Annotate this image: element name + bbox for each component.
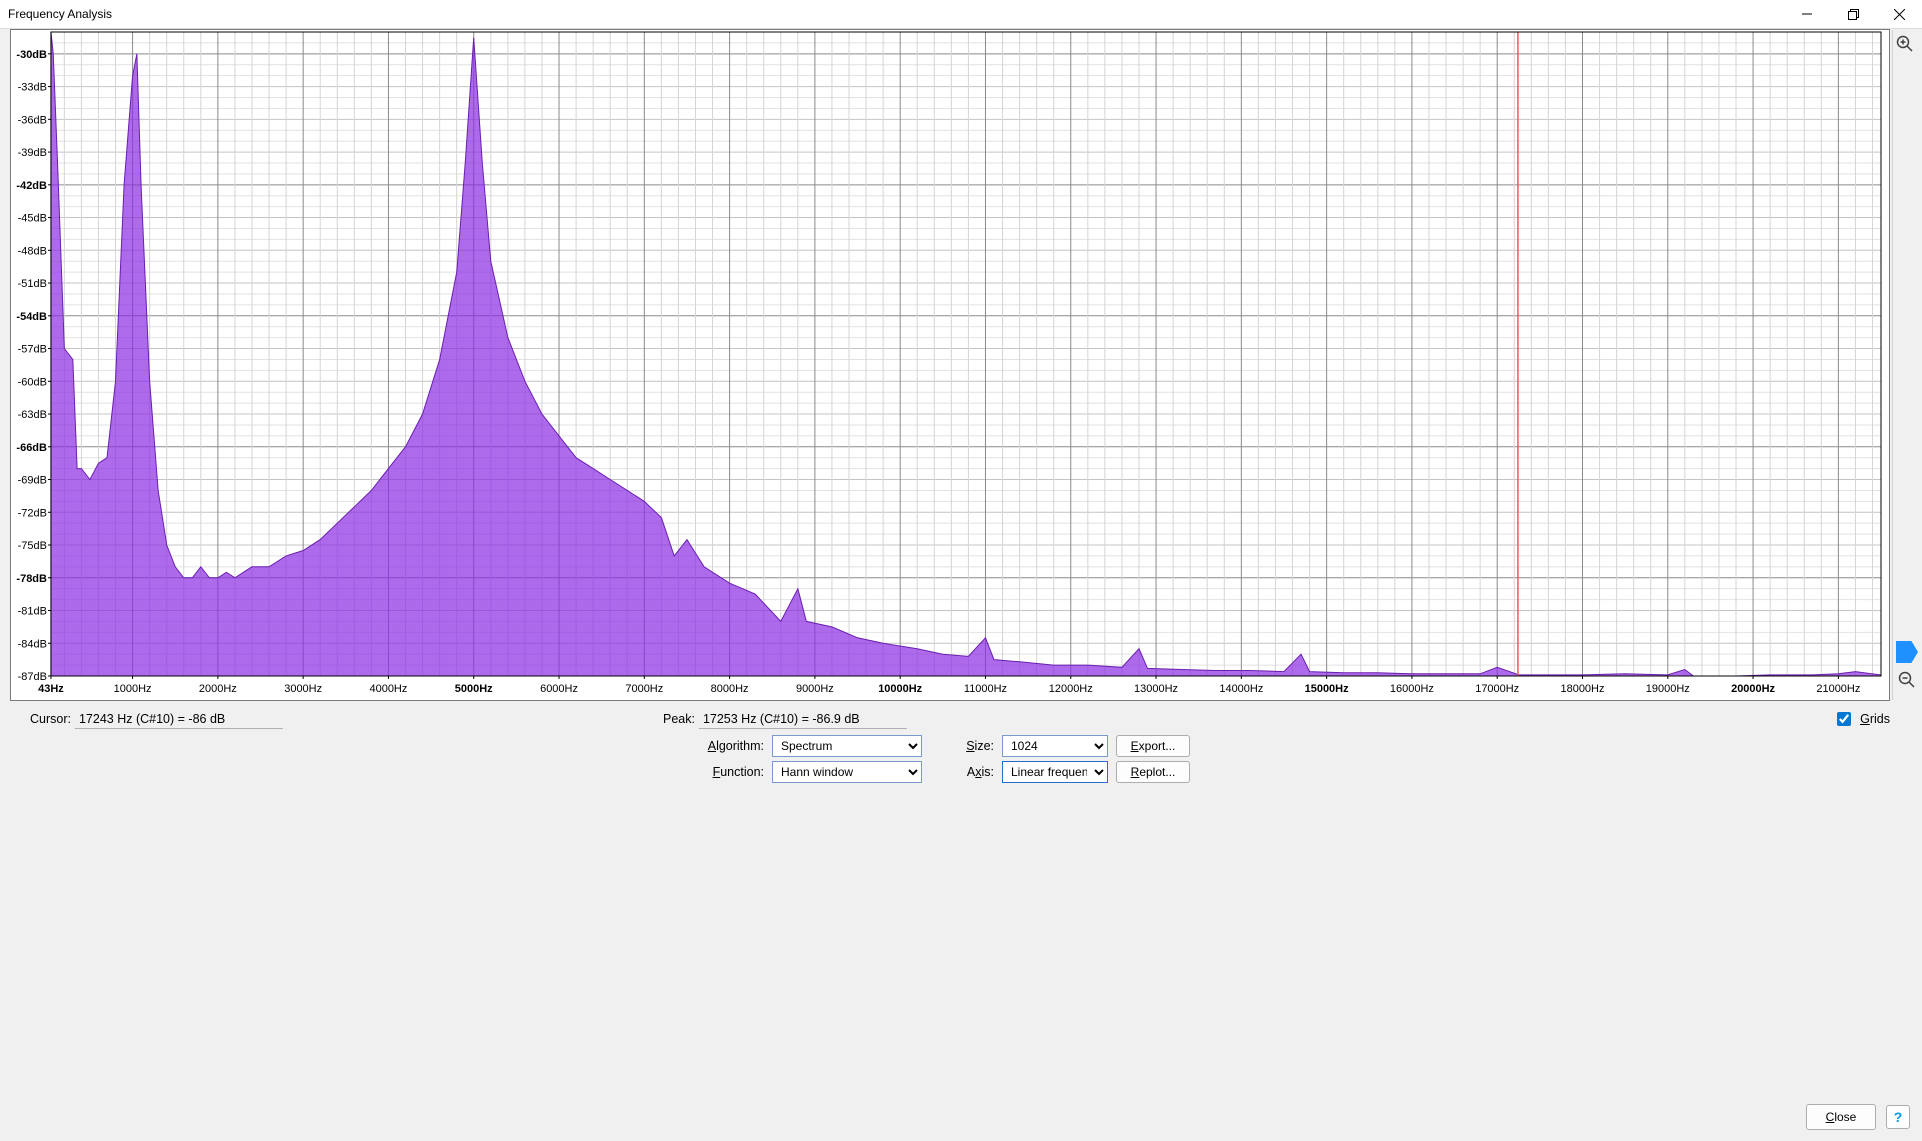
svg-text:16000Hz: 16000Hz xyxy=(1390,683,1434,695)
window-title: Frequency Analysis xyxy=(0,7,112,21)
client-area: -30dB -33dB -36dB -39dB -42dB -45dB -48dB -51dB… xyxy=(0,29,1922,1141)
svg-text:11000Hz: 11000Hz xyxy=(964,683,1007,695)
size-select[interactable]: 1024 xyxy=(1002,735,1108,757)
svg-text:-63dB: -63dB xyxy=(18,409,47,421)
close-button[interactable]: Close xyxy=(1806,1104,1876,1130)
vertical-scrollbar[interactable] xyxy=(1892,30,1901,700)
help-button[interactable]: ? xyxy=(1886,1105,1910,1129)
svg-text:-78dB: -78dB xyxy=(16,573,47,585)
svg-text:43Hz: 43Hz xyxy=(38,683,64,695)
plot-side-tools xyxy=(1894,33,1918,59)
svg-text:21000Hz: 21000Hz xyxy=(1816,683,1860,695)
function-label: Function: xyxy=(700,765,764,779)
svg-text:6000Hz: 6000Hz xyxy=(540,683,578,695)
svg-text:17000Hz: 17000Hz xyxy=(1475,683,1519,695)
svg-text:10000Hz: 10000Hz xyxy=(878,683,922,695)
svg-text:-51dB: -51dB xyxy=(18,278,47,290)
export-button[interactable]: Export... xyxy=(1116,735,1190,757)
grids-checkbox[interactable] xyxy=(1837,712,1851,726)
svg-text:-72dB: -72dB xyxy=(18,507,47,519)
pin-icon[interactable] xyxy=(1896,641,1918,663)
axis-select[interactable]: Linear frequency xyxy=(1002,761,1108,783)
svg-text:7000Hz: 7000Hz xyxy=(625,683,663,695)
svg-text:-84dB: -84dB xyxy=(18,638,47,650)
svg-text:-48dB: -48dB xyxy=(18,245,47,257)
svg-text:18000Hz: 18000Hz xyxy=(1561,683,1605,695)
svg-text:-87dB: -87dB xyxy=(18,671,47,683)
svg-text:-30dB: -30dB xyxy=(16,49,47,61)
svg-text:-54dB: -54dB xyxy=(16,311,47,323)
param-row-1: Algorithm: Spectrum Size: 1024 Export... xyxy=(0,733,1890,759)
algorithm-select[interactable]: Spectrum xyxy=(772,735,922,757)
svg-text:8000Hz: 8000Hz xyxy=(711,683,749,695)
param-row-2: Function: Hann window Axis: Linear frequ… xyxy=(0,759,1890,785)
svg-text:12000Hz: 12000Hz xyxy=(1049,683,1093,695)
svg-text:4000Hz: 4000Hz xyxy=(370,683,408,695)
svg-text:14000Hz: 14000Hz xyxy=(1219,683,1263,695)
function-select[interactable]: Hann window xyxy=(772,761,922,783)
cursor-value: 17243 Hz (C#10) = -86 dB xyxy=(75,710,283,729)
svg-text:9000Hz: 9000Hz xyxy=(796,683,834,695)
axis-label: Axis: xyxy=(930,765,994,779)
readout-row: Cursor: 17243 Hz (C#10) = -86 dB Peak: 1… xyxy=(30,707,1890,731)
svg-text:19000Hz: 19000Hz xyxy=(1646,683,1690,695)
peak-value: 17253 Hz (C#10) = -86.9 dB xyxy=(699,710,907,729)
svg-text:-66dB: -66dB xyxy=(16,442,47,454)
svg-text:-81dB: -81dB xyxy=(18,606,47,618)
minimize-button[interactable] xyxy=(1784,0,1830,28)
close-window-button[interactable] xyxy=(1876,0,1922,28)
svg-text:3000Hz: 3000Hz xyxy=(284,683,322,695)
svg-text:13000Hz: 13000Hz xyxy=(1134,683,1178,695)
size-label: Size: xyxy=(930,739,994,753)
svg-text:-45dB: -45dB xyxy=(18,213,47,225)
footer: Close ? xyxy=(1806,1104,1910,1130)
algorithm-label: Algorithm: xyxy=(700,739,764,753)
svg-text:-75dB: -75dB xyxy=(18,540,47,552)
zoom-in-icon[interactable] xyxy=(1894,33,1916,55)
maximize-button[interactable] xyxy=(1830,0,1876,28)
svg-text:20000Hz: 20000Hz xyxy=(1731,683,1775,695)
svg-text:-42dB: -42dB xyxy=(16,180,47,192)
parameter-block: Algorithm: Spectrum Size: 1024 Export...… xyxy=(0,733,1890,785)
svg-text:-69dB: -69dB xyxy=(18,475,47,487)
svg-text:-57dB: -57dB xyxy=(18,344,47,356)
svg-text:15000Hz: 15000Hz xyxy=(1305,683,1349,695)
svg-text:5000Hz: 5000Hz xyxy=(455,683,493,695)
peak-label: Peak: xyxy=(663,712,695,726)
replot-button[interactable]: Replot... xyxy=(1116,761,1190,783)
svg-text:-39dB: -39dB xyxy=(18,147,47,159)
spectrum-plot[interactable]: -30dB -33dB -36dB -39dB -42dB -45dB -48dB -51dB… xyxy=(10,29,1890,701)
svg-text:-33dB: -33dB xyxy=(18,82,47,94)
svg-text:1000Hz: 1000Hz xyxy=(114,683,152,695)
grids-label[interactable]: Grids xyxy=(1860,712,1890,726)
cursor-label: Cursor: xyxy=(30,712,71,726)
svg-text:2000Hz: 2000Hz xyxy=(199,683,237,695)
svg-text:-60dB: -60dB xyxy=(18,376,47,388)
titlebar: Frequency Analysis xyxy=(0,0,1922,29)
zoom-out-icon[interactable] xyxy=(1896,669,1918,691)
svg-text:-36dB: -36dB xyxy=(18,114,47,126)
